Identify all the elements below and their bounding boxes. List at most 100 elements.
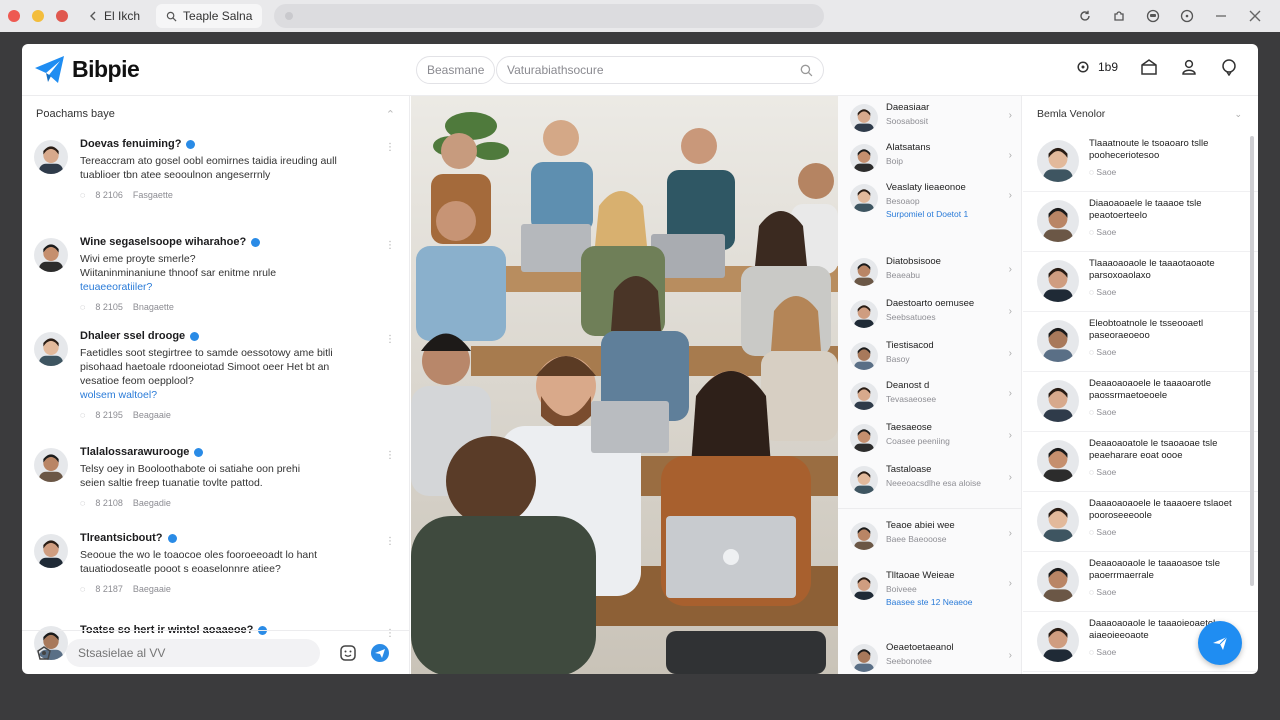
people-list-item[interactable]: Teaoe abiei wee Baee Baeooose ›: [838, 520, 1022, 550]
people-list-item[interactable]: Daeasiaar Soosabosit ›: [838, 102, 1022, 132]
extension-icon[interactable]: [1112, 9, 1126, 23]
chevron-right-icon[interactable]: ›: [1009, 190, 1012, 201]
menu-circle-icon[interactable]: [1180, 9, 1194, 23]
chevron-right-icon[interactable]: ›: [1009, 528, 1012, 539]
reload-icon[interactable]: [1078, 9, 1092, 23]
window-minimize-icon[interactable]: [1214, 9, 1228, 23]
feed-collapse-icon[interactable]: ⌃: [386, 108, 395, 121]
compose-fab-button[interactable]: [1198, 621, 1242, 665]
avatar[interactable]: [34, 238, 68, 272]
avatar[interactable]: [850, 144, 878, 172]
avatar[interactable]: [850, 572, 878, 600]
chevron-right-icon[interactable]: ›: [1009, 430, 1012, 441]
avatar[interactable]: [850, 382, 878, 410]
avatar[interactable]: [1037, 200, 1079, 242]
person-link[interactable]: Surpomiel ot Doetot 1: [886, 209, 1012, 219]
window-close-icon[interactable]: [1248, 9, 1262, 23]
recommendation-card[interactable]: Tlaaatnoute le tsoaoaro tslle poohecerio…: [1023, 132, 1258, 192]
more-options-icon[interactable]: ⋮: [385, 450, 395, 461]
comment-icon[interactable]: ◌: [80, 584, 85, 594]
avatar[interactable]: [34, 534, 68, 568]
person-link[interactable]: Baasee ste 12 Neaeoe: [886, 597, 1012, 607]
avatar[interactable]: [1037, 500, 1079, 542]
chat-bubble-icon[interactable]: [1220, 58, 1238, 76]
avatar[interactable]: [850, 466, 878, 494]
people-list-item[interactable]: Tastaloase Neeeoacsdlhe esa aloise ›: [838, 464, 1022, 494]
recommendation-card[interactable]: Deaaoaoaoele le taaaoarotle paossrmaetoe…: [1023, 372, 1258, 432]
more-options-icon[interactable]: ⋮: [385, 536, 395, 547]
avatar[interactable]: [850, 522, 878, 550]
avatar[interactable]: [850, 424, 878, 452]
chevron-down-icon[interactable]: ⌄: [1234, 109, 1242, 120]
comment-icon[interactable]: ◌: [80, 410, 85, 420]
chevron-right-icon[interactable]: ›: [1009, 578, 1012, 589]
address-bar[interactable]: [274, 4, 825, 28]
brand[interactable]: Bibpie: [34, 55, 140, 85]
feed-post[interactable]: Doevas fenuiming? Tereaccram ato gosel oo…: [22, 132, 409, 230]
user-icon[interactable]: [1180, 58, 1198, 76]
people-list-item[interactable]: Daestoarto oemusee Seebsatuoes ›: [838, 298, 1022, 328]
notification-count[interactable]: 1b9: [1098, 60, 1118, 74]
recommendation-card[interactable]: Deaaoaoatole le tsaoaoae tsle peaeharare…: [1023, 432, 1258, 492]
comment-icon[interactable]: ◌: [80, 190, 85, 200]
send-icon[interactable]: [370, 643, 390, 663]
browser-tab-2[interactable]: Teaple Salna: [156, 4, 263, 28]
people-list-item[interactable]: Tiestisacod Basoy ›: [838, 340, 1022, 370]
people-list-item[interactable]: Veaslaty lieaeonoe Besoaop Surpomiel ot Do…: [838, 182, 1022, 219]
chevron-right-icon[interactable]: ›: [1009, 472, 1012, 483]
chevron-right-icon[interactable]: ›: [1009, 348, 1012, 359]
feed-post[interactable]: Tlreantsicbout? Seooue the wo le toaocoe …: [22, 526, 409, 618]
recommendation-card[interactable]: Deaaoaoaole le taaaoasoe tsle paoerrmaer…: [1023, 552, 1258, 612]
people-list-item[interactable]: Deanost d Tevasaeosee ›: [838, 380, 1022, 410]
more-options-icon[interactable]: ⋮: [385, 142, 395, 153]
people-list-item[interactable]: Taesaeose Coasee peeniing ›: [838, 422, 1022, 452]
avatar[interactable]: [1037, 140, 1079, 182]
chevron-right-icon[interactable]: ›: [1009, 306, 1012, 317]
avatar[interactable]: [850, 258, 878, 286]
avatar[interactable]: [1037, 440, 1079, 482]
chevron-right-icon[interactable]: ›: [1009, 264, 1012, 275]
people-list-item[interactable]: Oeaetoetaeanol Seebonotee ›: [838, 642, 1022, 672]
avatar[interactable]: [34, 448, 68, 482]
avatar[interactable]: [850, 300, 878, 328]
recommendation-card[interactable]: Tlaaaoaoaole le taaaotaoaote parsoxoaola…: [1023, 252, 1258, 312]
browser-tab-1[interactable]: El Ikch: [78, 4, 150, 28]
people-list-item[interactable]: Tlltaoae Weieae Boiveee Baasee ste 12 Neae…: [838, 570, 1022, 607]
feed-post[interactable]: Dhaleer ssel drooge Faetidles soot stegir…: [22, 324, 409, 440]
close-window-button[interactable]: [8, 10, 20, 22]
avatar[interactable]: [1037, 320, 1079, 362]
recommendation-card[interactable]: Eleobtoatnole le tsseooaetl paseoraeoeoo…: [1023, 312, 1258, 372]
feed-post[interactable]: Tlalalossarawurooge Telsy oey in Boolooth…: [22, 440, 409, 526]
avatar[interactable]: [1037, 560, 1079, 602]
avatar[interactable]: [850, 342, 878, 370]
post-link[interactable]: teuaeeoratiiler?: [80, 280, 395, 294]
comment-icon[interactable]: ◌: [80, 302, 85, 312]
recommendation-card[interactable]: Daaaoaoaoele le taaaoere tslaoet poorose…: [1023, 492, 1258, 552]
more-options-icon[interactable]: ⋮: [385, 334, 395, 345]
comment-icon[interactable]: ◌: [80, 498, 85, 508]
avatar[interactable]: [1037, 260, 1079, 302]
avatar[interactable]: [1037, 380, 1079, 422]
message-input[interactable]: [66, 638, 320, 667]
people-list-item[interactable]: Diatobsisooe Beaeabu ›: [838, 256, 1022, 286]
emoji-icon[interactable]: [338, 643, 358, 663]
search-input[interactable]: Vaturabiathsocure: [496, 56, 824, 84]
status-icon[interactable]: [1076, 60, 1090, 74]
avatar[interactable]: [850, 104, 878, 132]
avatar[interactable]: [34, 332, 68, 366]
chevron-right-icon[interactable]: ›: [1009, 110, 1012, 121]
chevron-right-icon[interactable]: ›: [1009, 650, 1012, 661]
search-scope-chip[interactable]: Beasmane: [416, 56, 496, 84]
post-link[interactable]: wolsem waltoel?: [80, 388, 395, 402]
profile-icon[interactable]: [1146, 9, 1160, 23]
minimize-window-button[interactable]: [32, 10, 44, 22]
people-list-item[interactable]: Alatsatans Boip ›: [838, 142, 1022, 172]
recommendation-card[interactable]: Diaaoaoaele le taaaoe tsle peaotoerteelo…: [1023, 192, 1258, 252]
chevron-right-icon[interactable]: ›: [1009, 388, 1012, 399]
avatar[interactable]: [850, 184, 878, 212]
feed-post[interactable]: Wine segaselsoope wiharahoe? Wivi eme pro…: [22, 230, 409, 324]
avatar[interactable]: [850, 644, 878, 672]
more-options-icon[interactable]: ⋮: [385, 240, 395, 251]
attachment-icon[interactable]: [34, 643, 54, 663]
scrollbar[interactable]: [1250, 136, 1254, 586]
